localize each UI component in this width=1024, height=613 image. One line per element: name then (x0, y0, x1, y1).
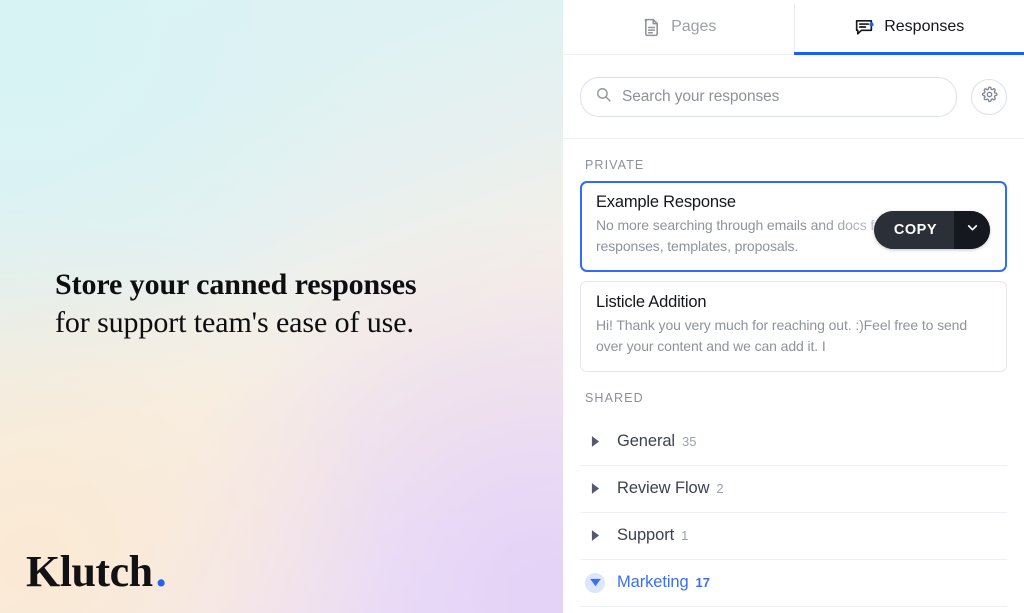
tab-responses[interactable]: Responses (793, 0, 1024, 55)
folder-count: 17 (695, 575, 711, 591)
tab-pages[interactable]: Pages (563, 0, 794, 54)
section-label-shared: SHARED (585, 390, 644, 405)
folder-row-general[interactable]: General 35 (580, 419, 1007, 466)
tab-bar: Pages Responses (563, 0, 1024, 55)
chevron-right-icon[interactable] (585, 479, 605, 499)
logo-wordmark: Klutch (26, 547, 153, 596)
chevron-down-icon (966, 221, 979, 239)
folder-name: Marketing (617, 573, 689, 592)
search-input[interactable]: Search your responses (580, 76, 957, 117)
settings-button[interactable] (971, 78, 1007, 115)
tab-pages-label: Pages (671, 18, 717, 35)
response-card-example[interactable]: Example Response No more searching throu… (580, 181, 1007, 272)
chat-bubble-icon (853, 16, 875, 38)
chevron-down-icon[interactable] (585, 572, 605, 593)
promo-headline-line2: for support team's ease of use. (55, 305, 414, 339)
marketing-panel: Store your canned responses for support … (0, 0, 563, 613)
chevron-right-icon[interactable] (585, 526, 605, 546)
app-screenshot: Store your canned responses for support … (0, 0, 1024, 613)
response-card-body: Hi! Thank you very much for reaching out… (596, 316, 968, 355)
responses-list[interactable]: PRIVATE Example Response No more searchi… (563, 139, 1024, 613)
folder-name: Review Flow (617, 479, 710, 498)
tab-responses-label: Responses (884, 18, 965, 35)
folder-row-marketing[interactable]: Marketing 17 (580, 560, 1007, 607)
folder-row-support[interactable]: Support 1 (580, 513, 1007, 560)
klutch-logo: Klutch . (26, 546, 167, 597)
response-card-listicle[interactable]: Listicle Addition Hi! Thank you very muc… (580, 280, 1007, 372)
folder-count: 35 (682, 434, 697, 450)
search-placeholder: Search your responses (622, 87, 780, 105)
chevron-right-icon[interactable] (585, 432, 605, 452)
folder-count: 2 (716, 481, 724, 497)
folder-name: Support (617, 526, 675, 545)
search-row: Search your responses (563, 55, 1024, 139)
document-icon (640, 16, 662, 38)
section-label-private: PRIVATE (585, 158, 645, 172)
promo-headline-line1: Store your canned responses (55, 268, 417, 301)
folder-name: General (617, 432, 676, 451)
copy-button[interactable]: COPY (873, 211, 990, 249)
gear-icon (981, 86, 998, 108)
responses-panel: Pages Responses Search your responses PR… (563, 0, 1024, 613)
promo-headline: Store your canned responses for support … (55, 266, 417, 342)
shared-folder-list: General 35 Review Flow 2 Support 1 Marke… (580, 419, 1007, 607)
response-card-title: Listicle Addition (596, 292, 707, 311)
folder-count: 1 (681, 528, 689, 544)
response-card-title: Example Response (596, 193, 736, 211)
copy-button-label: COPY (893, 222, 937, 238)
logo-dot: . (155, 547, 167, 596)
search-icon (595, 86, 612, 108)
folder-row-review-flow[interactable]: Review Flow 2 (580, 466, 1007, 513)
